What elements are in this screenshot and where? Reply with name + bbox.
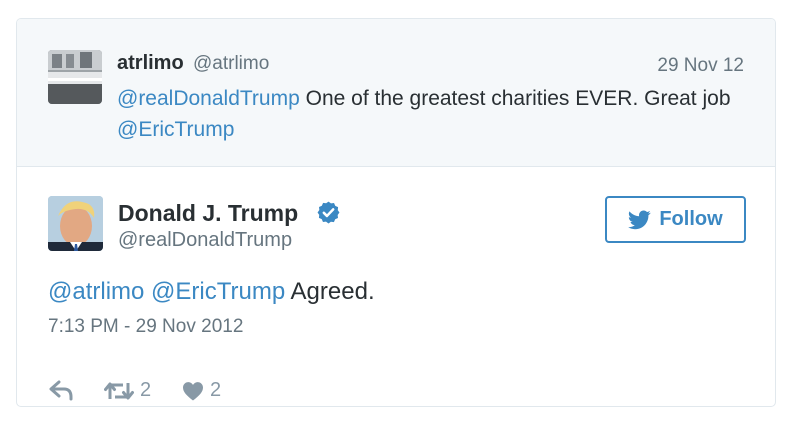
mention-link[interactable]: @atrlimo — [48, 278, 144, 305]
follow-label: Follow — [659, 208, 723, 230]
reply-icon — [49, 380, 73, 401]
parent-avatar-image — [48, 50, 102, 104]
retweet-icon — [104, 382, 134, 399]
reply-button[interactable] — [48, 379, 74, 401]
mention-link[interactable]: @realDonaldTrump — [117, 87, 300, 110]
author-name[interactable]: atrlimo — [117, 52, 184, 75]
like-count: 2 — [210, 379, 222, 401]
avatar[interactable] — [48, 50, 102, 104]
retweet-button[interactable]: 2 — [104, 379, 151, 402]
tweet-date[interactable]: 29 Nov 12 — [657, 55, 744, 77]
avatar[interactable] — [48, 196, 103, 251]
heart-icon — [183, 381, 203, 401]
follow-button[interactable]: Follow — [605, 196, 746, 243]
tweet-text: @realDonaldTrump One of the greatest cha… — [117, 83, 757, 145]
tweet-text: @atrlimo @EricTrump Agreed. — [48, 278, 375, 306]
embedded-tweet-card: atrlimo @atrlimo 29 Nov 12 @realDonaldTr… — [16, 18, 776, 407]
tweet-timestamp[interactable]: 7:13 PM - 29 Nov 2012 — [48, 316, 243, 338]
author-handle[interactable]: @realDonaldTrump — [118, 229, 292, 252]
tweet-body-text: One of the greatest charities EVER. Grea… — [299, 87, 731, 110]
author-name[interactable]: Donald J. Trump — [118, 200, 298, 227]
like-button[interactable]: 2 — [182, 379, 221, 402]
main-avatar-image — [48, 196, 103, 251]
mention-link[interactable]: @EricTrump — [151, 278, 285, 305]
author-handle[interactable]: @atrlimo — [193, 53, 269, 75]
retweet-count: 2 — [140, 379, 152, 401]
parent-tweet[interactable]: atrlimo @atrlimo 29 Nov 12 @realDonaldTr… — [17, 19, 775, 167]
verified-badge-icon — [316, 200, 341, 225]
bird-icon — [628, 210, 651, 229]
mention-link[interactable]: @EricTrump — [117, 118, 234, 141]
tweet-body-text: Agreed. — [285, 278, 375, 305]
main-tweet: Donald J. Trump @realDonaldTrump Follow … — [17, 167, 775, 406]
